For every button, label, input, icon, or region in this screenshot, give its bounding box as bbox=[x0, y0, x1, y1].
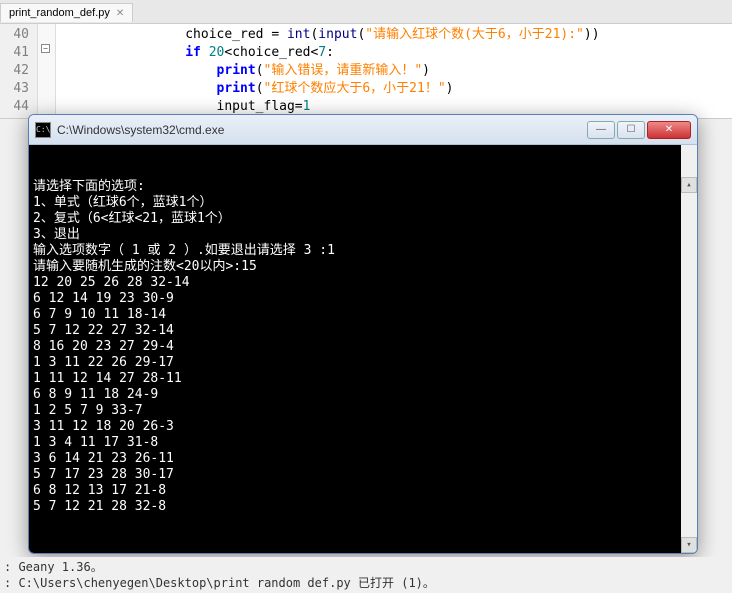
code-line: choice_red = int(input("请输入红球个数(大于6，小于21… bbox=[60, 26, 600, 44]
cmd-icon: C:\ bbox=[35, 122, 51, 138]
line-number: 43 bbox=[4, 80, 29, 98]
vertical-scrollbar[interactable]: ▴ ▾ bbox=[681, 145, 697, 553]
code-body[interactable]: choice_red = int(input("请输入红球个数(大于6，小于21… bbox=[56, 24, 604, 118]
maximize-button[interactable]: ☐ bbox=[617, 121, 645, 139]
console-output[interactable]: 请选择下面的选项: 1、单式（红球6个，蓝球1个） 2、复式（6<红球<21，蓝… bbox=[29, 145, 697, 553]
console-text: 请选择下面的选项: 1、单式（红球6个，蓝球1个） 2、复式（6<红球<21，蓝… bbox=[33, 179, 693, 553]
code-editor[interactable]: 40 41 42 43 44 − choice_red = int(input(… bbox=[0, 24, 732, 119]
line-number-gutter: 40 41 42 43 44 bbox=[0, 24, 38, 118]
line-number: 44 bbox=[4, 98, 29, 116]
window-buttons: — ☐ ✕ bbox=[587, 121, 691, 139]
editor-tab-bar: print_random_def.py ✕ bbox=[0, 0, 732, 24]
line-number: 42 bbox=[4, 62, 29, 80]
fold-column: − bbox=[38, 24, 56, 118]
code-line: if 20<choice_red<7: bbox=[60, 44, 600, 62]
console-window: C:\ C:\Windows\system32\cmd.exe — ☐ ✕ 请选… bbox=[28, 114, 698, 554]
close-tab-icon[interactable]: ✕ bbox=[116, 8, 124, 19]
line-number: 41 bbox=[4, 44, 29, 62]
minimize-button[interactable]: — bbox=[587, 121, 615, 139]
status-line-1: : Geany 1.36。 bbox=[4, 559, 728, 575]
scroll-up-icon[interactable]: ▴ bbox=[681, 177, 697, 193]
console-titlebar[interactable]: C:\ C:\Windows\system32\cmd.exe — ☐ ✕ bbox=[29, 115, 697, 145]
line-number: 40 bbox=[4, 26, 29, 44]
file-tab[interactable]: print_random_def.py ✕ bbox=[0, 3, 133, 22]
code-line: print("输入错误，请重新输入！") bbox=[60, 62, 600, 80]
code-line: print("红球个数应大于6，小于21！") bbox=[60, 80, 600, 98]
scroll-down-icon[interactable]: ▾ bbox=[681, 537, 697, 553]
console-title: C:\Windows\system32\cmd.exe bbox=[57, 123, 587, 137]
status-line-2: : C:\Users\chenyegen\Desktop\print rando… bbox=[4, 575, 728, 591]
fold-marker-icon[interactable]: − bbox=[41, 44, 50, 53]
status-area: : Geany 1.36。 : C:\Users\chenyegen\Deskt… bbox=[0, 557, 732, 593]
tab-filename: print_random_def.py bbox=[9, 7, 110, 19]
close-button[interactable]: ✕ bbox=[647, 121, 691, 139]
